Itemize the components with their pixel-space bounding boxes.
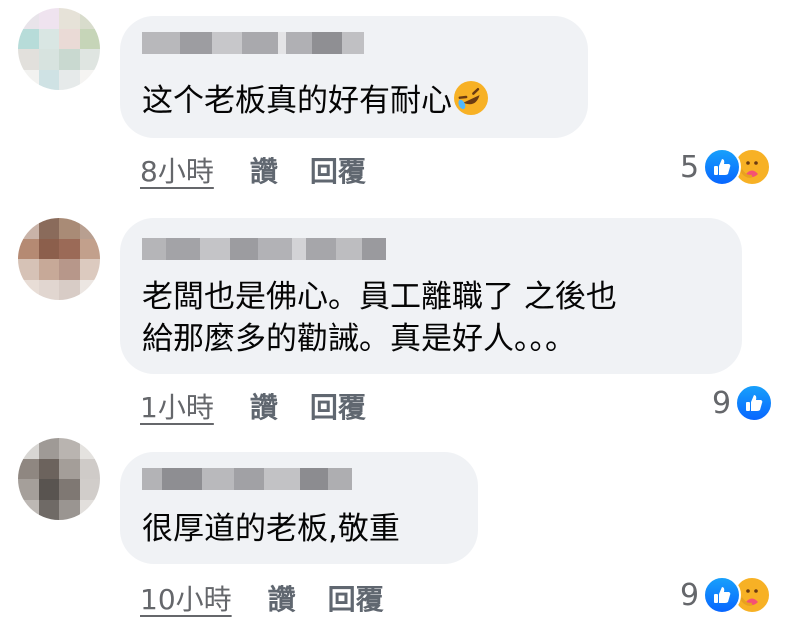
avatar[interactable]: [18, 438, 100, 520]
comment-actions: 10小時 讚 回覆: [140, 578, 416, 618]
comment-bubble: 很厚道的老板,敬重: [120, 452, 478, 564]
author-name-blurred[interactable]: [142, 238, 386, 260]
reaction-summary[interactable]: 9: [680, 576, 772, 614]
comment-text: 这个老板真的好有耐心: [142, 80, 488, 122]
reaction-summary[interactable]: 5: [680, 148, 772, 186]
comment-bubble: 这个老板真的好有耐心: [120, 16, 588, 138]
like-icon: [703, 576, 742, 614]
avatar[interactable]: [18, 218, 100, 300]
comment-text: 老闆也是佛心。員工離職了 之後也 給那麼多的勸誡。真是好人。。。: [142, 279, 617, 357]
comment-actions: 1小時 讚 回覆: [140, 386, 398, 426]
like-button[interactable]: 讚: [250, 150, 278, 190]
reply-button[interactable]: 回覆: [328, 578, 384, 618]
reaction-count: 9: [712, 385, 732, 421]
timestamp-link[interactable]: 1小時: [140, 386, 214, 426]
like-button[interactable]: 讚: [268, 578, 296, 618]
comment-text: 很厚道的老板,敬重: [142, 511, 400, 547]
avatar[interactable]: [18, 8, 100, 90]
reaction-summary[interactable]: 9: [712, 384, 774, 422]
reply-button[interactable]: 回覆: [310, 386, 366, 426]
comment-actions: 8小時 讚 回覆: [140, 150, 398, 190]
reaction-count: 5: [680, 149, 700, 185]
timestamp-link[interactable]: 8小時: [140, 150, 214, 190]
reaction-count: 9: [680, 577, 700, 613]
comment-bubble: 老闆也是佛心。員工離職了 之後也 給那麼多的勸誡。真是好人。。。: [120, 218, 742, 374]
timestamp-link[interactable]: 10小時: [140, 578, 232, 618]
rofl-emoji-icon: [454, 81, 488, 115]
author-name-blurred[interactable]: [142, 468, 352, 490]
like-icon: [703, 148, 742, 186]
author-name-blurred[interactable]: [142, 32, 364, 54]
reply-button[interactable]: 回覆: [310, 150, 366, 190]
like-button[interactable]: 讚: [250, 386, 278, 426]
like-icon: [735, 384, 774, 422]
